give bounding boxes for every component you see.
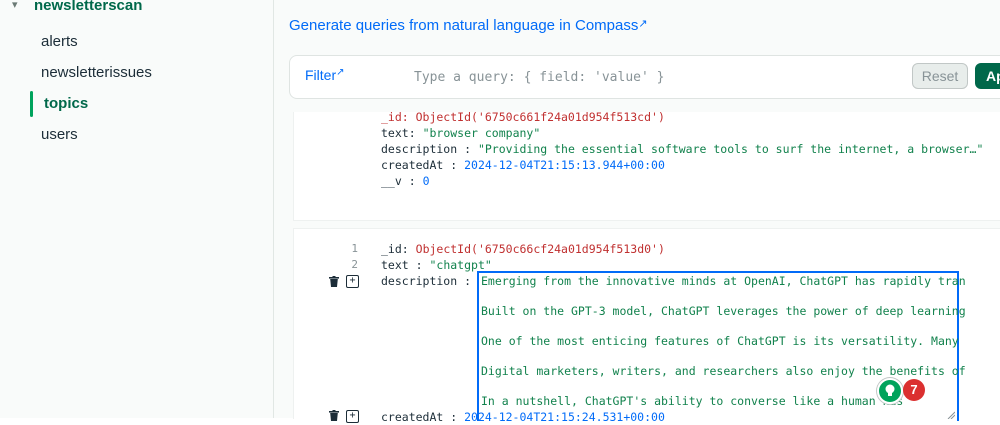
external-link-icon: ↗︎ (336, 67, 345, 78)
filter-label: Filter (305, 67, 337, 83)
field-row: __v : 0 (381, 174, 430, 188)
add-field-icon[interactable]: + (346, 275, 359, 288)
sidebar-item-alerts[interactable]: alerts (41, 33, 78, 50)
field-row: description : " (381, 274, 485, 288)
external-link-icon: ↗︎ (638, 18, 648, 30)
line-number: 1 (351, 242, 358, 255)
generate-queries-link[interactable]: Generate queries from natural language i… (289, 17, 648, 34)
active-indicator (30, 91, 33, 117)
notification-count-badge[interactable]: 7 (903, 379, 925, 401)
sidebar-item-newsletterissues[interactable]: newsletterissues (41, 64, 152, 81)
field-row[interactable]: text : "chatgpt" (381, 257, 492, 273)
field-row: description : "Providing the essential s… (381, 142, 984, 156)
field-row: createdAt : 2024-12-04T21:15:24.531+00:0… (381, 410, 665, 424)
reset-button[interactable]: Reset (912, 63, 968, 89)
query-input[interactable] (412, 65, 896, 89)
trash-icon[interactable] (329, 276, 339, 287)
generate-queries-label: Generate queries from natural language i… (289, 17, 639, 34)
field-row: text: "browser company" (381, 126, 541, 140)
textarea-line: Emerging from the innovative minds at Op… (481, 274, 966, 288)
id-row: _id: ObjectId('6750c66cf24a01d954f513d0'… (381, 242, 665, 256)
database-name[interactable]: newsletterscan (34, 0, 142, 14)
line-number: 2 (351, 258, 358, 271)
textarea-line: Digital marketers, writers, and research… (481, 364, 966, 378)
sidebar: ▾ newsletterscan alerts newsletterissues… (0, 0, 274, 418)
main-panel: Generate queries from natural language i… (274, 0, 1000, 424)
textarea-line: In a nutshell, ChatGPT's ability to conv… (481, 394, 904, 408)
filter-link[interactable]: Filter↗︎ (305, 67, 345, 83)
apply-button[interactable]: Ap (975, 63, 1000, 89)
lightbulb-icon[interactable] (877, 378, 903, 404)
add-field-icon[interactable]: + (346, 410, 359, 423)
filter-bar: Filter↗︎ (289, 55, 1000, 99)
collapse-caret-icon[interactable]: ▾ (12, 0, 18, 11)
trash-icon[interactable] (329, 410, 339, 421)
textarea-line: Built on the GPT-3 model, ChatGPT levera… (481, 304, 966, 318)
document-id-line: _id: ObjectId('6750c661f24a01d954f513cd'… (381, 110, 665, 124)
sidebar-item-users[interactable]: users (41, 126, 78, 143)
sidebar-item-topics[interactable]: topics (44, 95, 88, 112)
field-row: createdAt : 2024-12-04T21:15:13.944+00:0… (381, 158, 665, 172)
document-card: _id: ObjectId('6750c661f24a01d954f513cd'… (293, 110, 1000, 221)
textarea-line: One of the most enticing features of Cha… (481, 334, 959, 348)
